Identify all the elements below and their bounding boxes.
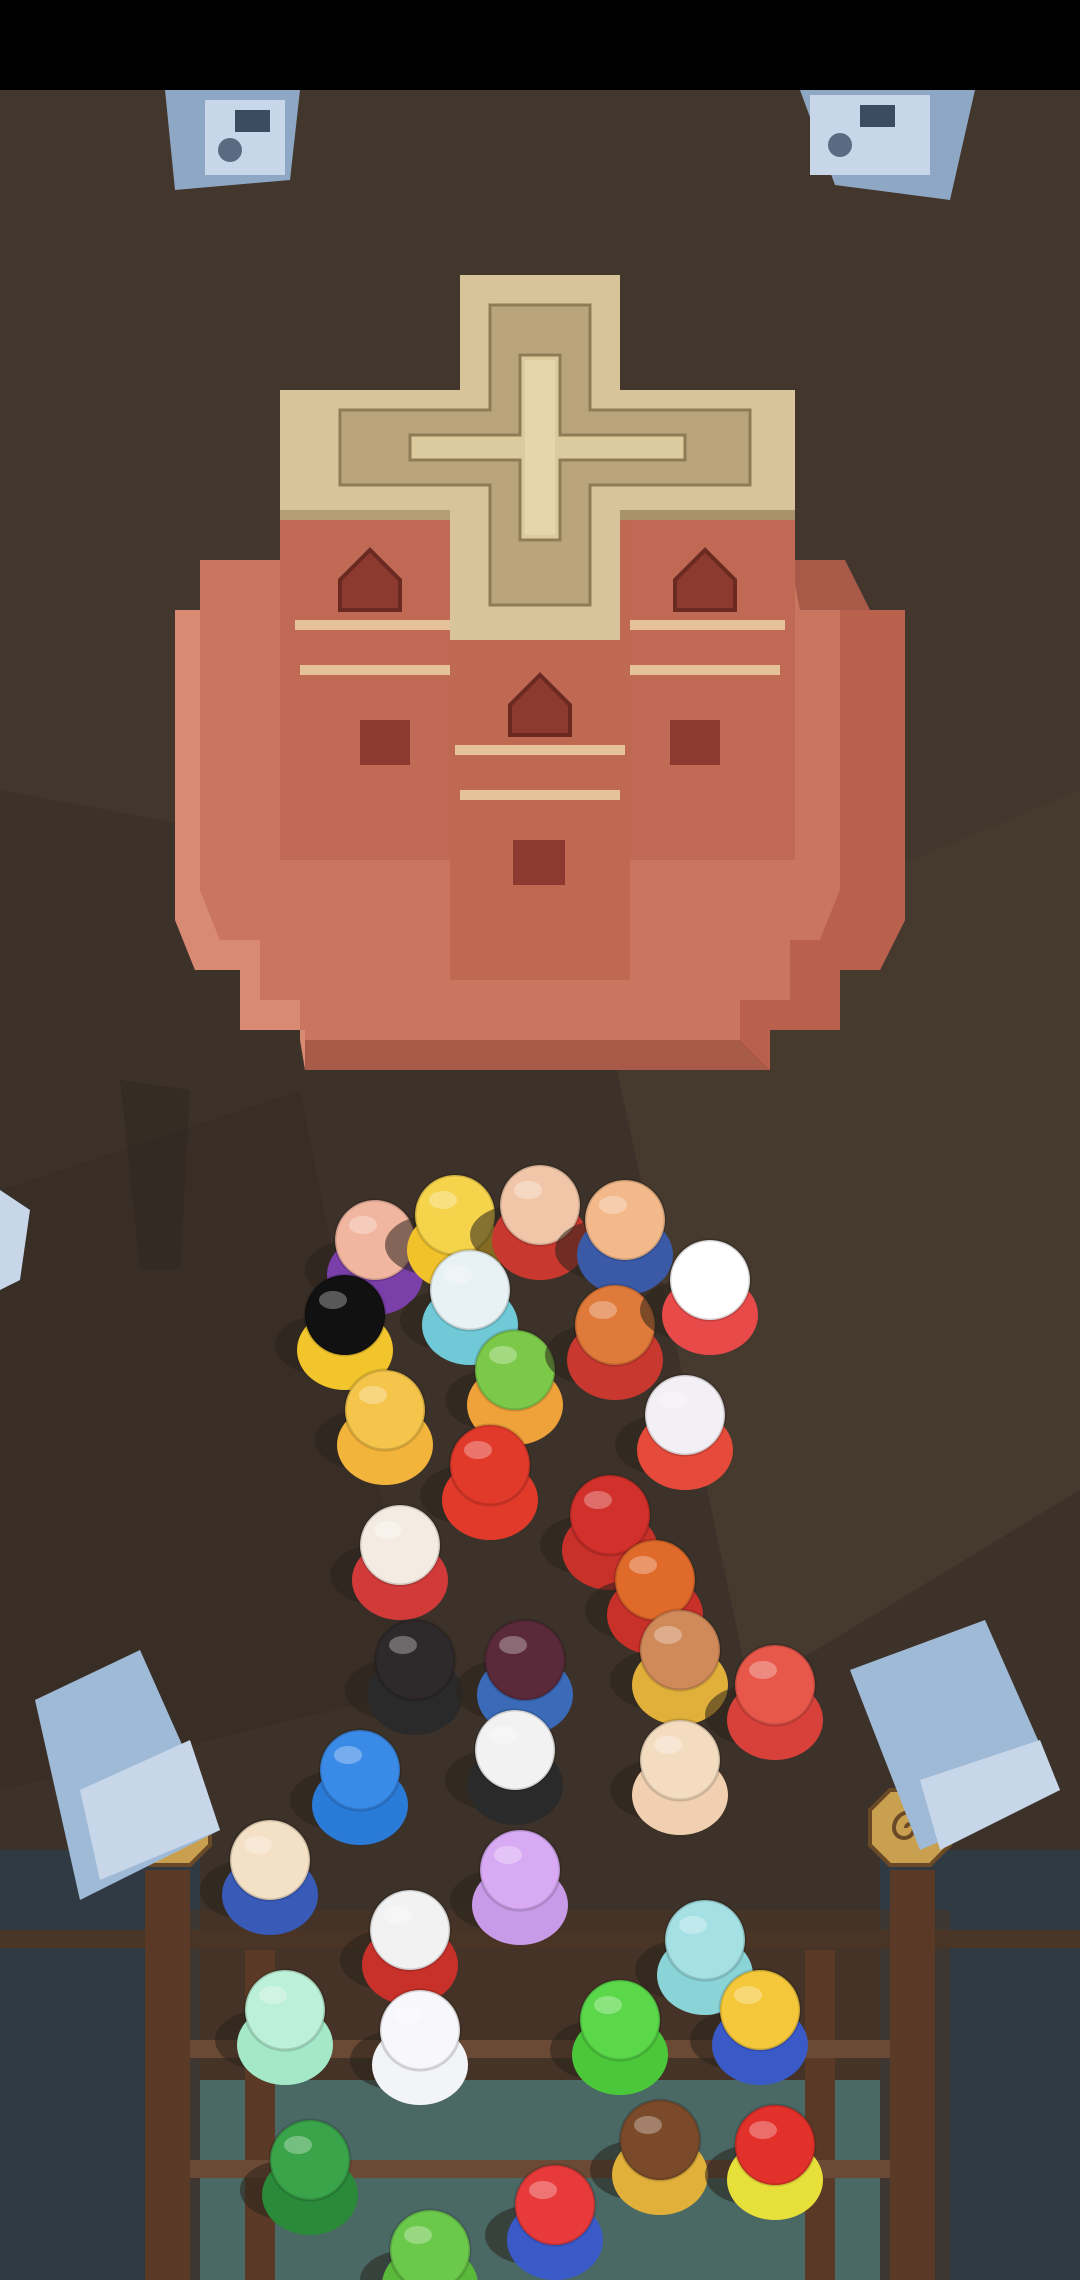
status-bar: [0, 0, 1080, 90]
church-door: [513, 840, 565, 885]
square-window: [670, 720, 720, 765]
scene-canvas: [0, 90, 1080, 2280]
game-scene[interactable]: [0, 90, 1080, 2280]
atm-machine-icon[interactable]: [165, 90, 300, 190]
square-window: [360, 720, 410, 765]
